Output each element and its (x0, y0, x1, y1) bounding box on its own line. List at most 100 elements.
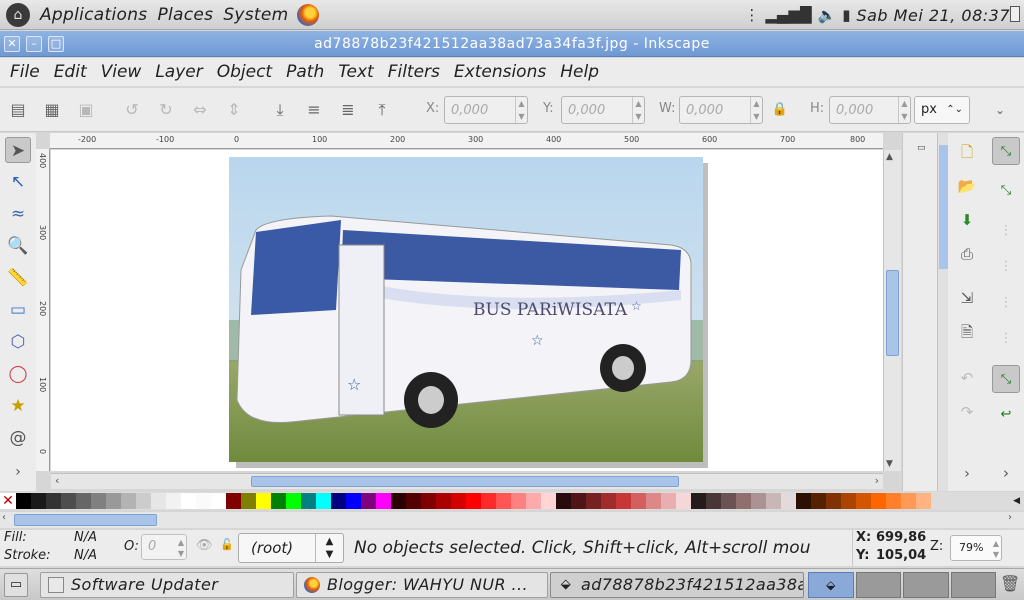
palette-swatch[interactable] (136, 493, 151, 509)
applications-menu[interactable]: Applications (40, 5, 147, 25)
menu-path[interactable]: Path (286, 62, 324, 82)
palette-swatch[interactable] (871, 493, 886, 509)
y-spinbox[interactable]: ▲▼ (561, 96, 645, 124)
canvas-horizontal-scrollbar[interactable]: ‹ › (51, 473, 883, 489)
scroll-right-arrow-icon[interactable]: › (875, 474, 879, 487)
dock-scroll-thumb[interactable] (939, 145, 948, 269)
palette-swatch[interactable] (31, 493, 46, 509)
snap-paths-icon[interactable]: ↩ (992, 401, 1020, 429)
lock-proportions-icon[interactable]: 🔒 (770, 100, 790, 120)
places-menu[interactable]: Places (157, 5, 213, 25)
open-document-icon[interactable]: 📂 (956, 175, 978, 197)
menu-file[interactable]: File (10, 62, 40, 82)
rectangle-tool-icon[interactable]: ▭ (5, 297, 31, 323)
lower-to-bottom-icon[interactable]: ⤓ (270, 100, 290, 120)
zoom-spin-arrows[interactable]: ▲ ▼ (993, 538, 999, 560)
palette-swatch[interactable] (331, 493, 346, 509)
show-desktop-icon[interactable] (1010, 6, 1020, 22)
palette-swatch[interactable] (256, 493, 271, 509)
palette-swatch[interactable] (91, 493, 106, 509)
snap-bbox-corners-icon[interactable]: ⋮ (992, 253, 1020, 281)
palette-swatch[interactable] (766, 493, 781, 509)
palette-swatch[interactable] (406, 493, 421, 509)
select-all-icon[interactable]: ▤ (8, 100, 28, 120)
import-icon[interactable]: ⇲ (956, 287, 978, 309)
palette-swatch[interactable] (316, 493, 331, 509)
w-spin-arrows[interactable]: ▲ ▼ (750, 97, 762, 123)
firefox-launcher-icon[interactable] (296, 3, 319, 26)
workspace-3[interactable] (903, 572, 949, 598)
menu-help[interactable]: Help (560, 62, 599, 82)
palette-swatch[interactable] (586, 493, 601, 509)
scroll-up-arrow-icon[interactable]: ▲ (886, 152, 893, 162)
unit-select[interactable]: px ⌃⌄ (914, 96, 970, 124)
opacity-spin-arrows[interactable]: ▲ ▼ (178, 537, 184, 559)
canvas-vertical-scrollbar[interactable]: ▲ ▼ (883, 150, 901, 471)
toolbar-overflow-chevron-icon[interactable]: ⌄ (990, 100, 1010, 120)
snap-bbox-icon[interactable]: ⤡ (992, 177, 1020, 205)
task-software-updater[interactable]: Software Updater (40, 572, 294, 598)
hscroll-thumb[interactable] (251, 476, 679, 487)
layer-lock-icon[interactable]: 🔓 (220, 538, 234, 551)
palette-scroll-left-icon[interactable]: ‹ (2, 512, 6, 523)
task-blogger-firefox[interactable]: Blogger: WAHYU NUR ... (296, 572, 548, 598)
export-icon[interactable]: 🗎 (956, 321, 978, 343)
palette-swatch[interactable] (511, 493, 526, 509)
dock-collapse-icon[interactable]: ▭ (917, 143, 926, 153)
palette-swatch[interactable] (361, 493, 376, 509)
palette-swatch[interactable] (301, 493, 316, 509)
snap-more-chevron-icon[interactable]: › (992, 459, 1020, 487)
volume-icon[interactable]: 🔈 (818, 6, 837, 24)
clock[interactable]: Sab Mei 21, 08:37 (856, 6, 1010, 25)
palette-swatch[interactable] (451, 493, 466, 509)
palette-swatch[interactable] (556, 493, 571, 509)
palette-swatch[interactable] (886, 493, 901, 509)
palette-scrollbar[interactable]: ‹ › (0, 512, 1024, 528)
palette-swatch[interactable] (526, 493, 541, 509)
h-spin-arrows[interactable]: ▲ ▼ (898, 97, 910, 123)
task-inkscape[interactable]: ⬙ ad78878b23f421512aa38a... (550, 572, 804, 598)
palette-swatch[interactable] (61, 493, 76, 509)
h-spinbox[interactable]: ▲▼ (829, 96, 911, 124)
palette-swatch[interactable] (721, 493, 736, 509)
snap-nodes-icon[interactable]: ⤡ (992, 365, 1020, 393)
palette-swatch[interactable] (106, 493, 121, 509)
workspace-switcher[interactable]: ⬙ (808, 572, 996, 598)
palette-swatch[interactable] (811, 493, 826, 509)
workspace-2[interactable] (855, 572, 901, 598)
palette-swatch[interactable] (751, 493, 766, 509)
network-signal-icon[interactable]: ▂▄▆█ (765, 6, 811, 24)
raise-to-top-icon[interactable]: ⤒ (372, 100, 392, 120)
palette-swatch[interactable] (676, 493, 691, 509)
palette-swatch[interactable] (901, 493, 916, 509)
drawing-canvas[interactable]: BUS PARiWISATA ☆ ☆ ☆ (51, 150, 883, 471)
palette-swatch[interactable] (436, 493, 451, 509)
palette-swatch[interactable] (706, 493, 721, 509)
palette-swatch[interactable] (541, 493, 556, 509)
select-all-in-all-layers-icon[interactable]: ▦ (42, 100, 62, 120)
palette-swatch[interactable] (391, 493, 406, 509)
palette-swatch[interactable] (481, 493, 496, 509)
3d-box-tool-icon[interactable]: ⬡ (5, 329, 31, 355)
battery-icon[interactable]: ▮ (842, 6, 850, 24)
palette-swatch[interactable] (496, 493, 511, 509)
toolbox-more-chevron-icon[interactable]: › (5, 459, 31, 485)
snap-bbox-edges-icon[interactable]: ⋮ (992, 217, 1020, 245)
imported-bus-photo[interactable]: BUS PARiWISATA ☆ ☆ ☆ (229, 157, 708, 468)
ellipse-tool-icon[interactable]: ◯ (5, 361, 31, 387)
lower-icon[interactable]: ≡ (304, 100, 324, 120)
workspace-1[interactable]: ⬙ (808, 572, 854, 598)
raise-icon[interactable]: ≣ (338, 100, 358, 120)
palette-swatch[interactable] (166, 493, 181, 509)
opacity-spinbox[interactable]: 0 ▲ ▼ (141, 534, 187, 560)
show-desktop-button[interactable]: ▭ (4, 573, 28, 597)
palette-swatch[interactable] (16, 493, 31, 509)
palette-swatch[interactable] (691, 493, 706, 509)
menu-extensions[interactable]: Extensions (454, 62, 546, 82)
palette-swatch[interactable] (826, 493, 841, 509)
fill-value[interactable]: N/A (74, 530, 97, 545)
snap-bbox-centers-icon[interactable]: ⋮ (992, 325, 1020, 353)
trash-icon[interactable]: 🗑 (1000, 574, 1020, 596)
palette-scroll-thumb[interactable] (14, 514, 157, 526)
palette-swatch[interactable] (346, 493, 361, 509)
